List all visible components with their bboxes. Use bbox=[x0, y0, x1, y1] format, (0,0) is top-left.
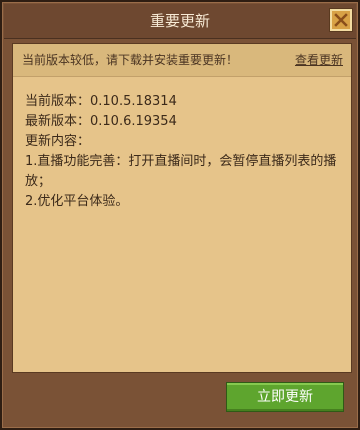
view-update-link[interactable]: 查看更新 bbox=[295, 44, 343, 76]
dialog-title: 重要更新 bbox=[149, 12, 210, 30]
close-button[interactable] bbox=[330, 9, 352, 31]
close-icon bbox=[334, 13, 348, 27]
update-dialog: 重要更新 当前版本较低，请下载并安装重要更新！ 查看更新 当前版本：0.10.5… bbox=[0, 0, 360, 430]
update-item: 1.直播功能完善：打开直播间时，会暂停直播列表的播放； bbox=[25, 154, 337, 189]
update-info: 当前版本：0.10.5.18314 最新版本：0.10.6.19354 更新内容… bbox=[25, 92, 343, 212]
notice-bar: 当前版本较低，请下载并安装重要更新！ 查看更新 bbox=[13, 44, 351, 77]
update-heading: 更新内容： bbox=[25, 134, 91, 149]
current-version: 当前版本：0.10.5.18314 bbox=[25, 94, 177, 109]
latest-version: 最新版本：0.10.6.19354 bbox=[25, 114, 177, 129]
notice-text: 当前版本较低，请下载并安装重要更新！ bbox=[22, 53, 239, 67]
title-bar: 重要更新 bbox=[4, 4, 356, 39]
update-item: 2.优化平台体验。 bbox=[25, 194, 129, 209]
content-panel: 当前版本较低，请下载并安装重要更新！ 查看更新 当前版本：0.10.5.1831… bbox=[12, 43, 352, 373]
update-now-button[interactable]: 立即更新 bbox=[226, 382, 344, 412]
dialog-footer: 立即更新 bbox=[12, 374, 352, 420]
